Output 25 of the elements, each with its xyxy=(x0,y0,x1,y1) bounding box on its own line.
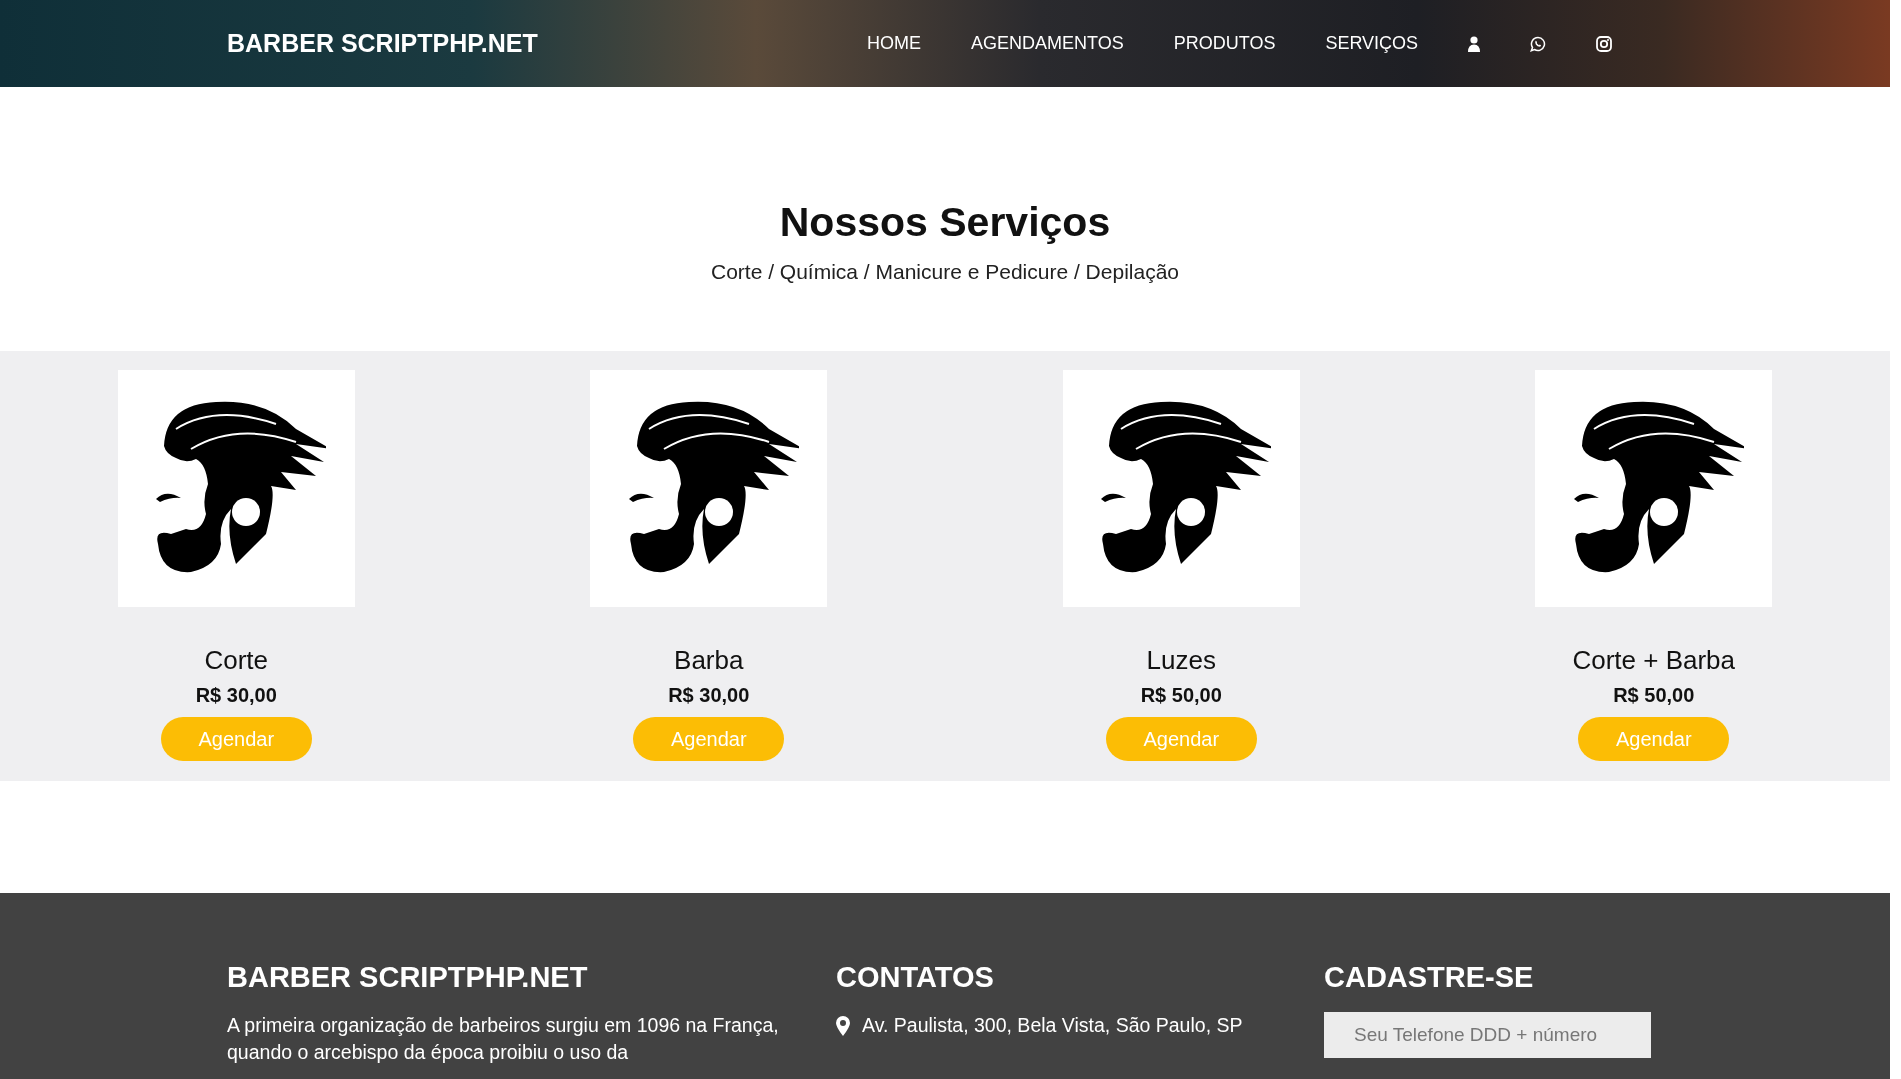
service-name: Barba xyxy=(674,645,744,676)
nav-link[interactable]: PRODUTOS xyxy=(1173,33,1276,54)
service-price: R$ 30,00 xyxy=(195,684,277,707)
section-title: Nossos Serviços xyxy=(779,199,1111,246)
nav-link[interactable]: AGENDAMENTOS xyxy=(971,33,1124,54)
instagram-icon[interactable] xyxy=(1596,35,1613,52)
service-name: Corte xyxy=(204,645,269,676)
service-name: Luzes xyxy=(1146,645,1216,676)
footer-heading: CADASTRE-SE xyxy=(1324,961,1535,994)
phone-input-field[interactable]: Seu Telefone DDD + número xyxy=(1324,1012,1651,1058)
service-price: R$ 30,00 xyxy=(668,684,750,707)
service-price: R$ 50,00 xyxy=(1613,684,1695,707)
user-icon[interactable] xyxy=(1468,35,1481,52)
service-name: Corte + Barba xyxy=(1572,645,1736,676)
site-logo[interactable]: BARBER SCRIPTPHP.NET xyxy=(227,29,867,58)
location-pin-icon xyxy=(836,1015,850,1036)
nav-link[interactable]: HOME xyxy=(867,33,921,54)
nav-link[interactable]: SERVIÇOS xyxy=(1325,33,1419,54)
contact-address: Av. Paulista, 300, Bela Vista, São Paulo, SP xyxy=(862,1013,1243,1038)
section-subtitle: Corte / Química / Manicure e Pedicure / Depilação xyxy=(710,260,1179,284)
footer-heading: CONTATOS xyxy=(836,961,995,994)
footer-text: A primeira organização de barbeiros surgiu em 1096 na França, quando o arcebispo da época proibiu o uso da xyxy=(227,1013,780,1065)
service-price: R$ 50,00 xyxy=(1140,684,1222,707)
footer-heading: BARBER SCRIPTPHP.NET xyxy=(227,961,589,994)
whatsapp-icon[interactable] xyxy=(1530,35,1547,52)
